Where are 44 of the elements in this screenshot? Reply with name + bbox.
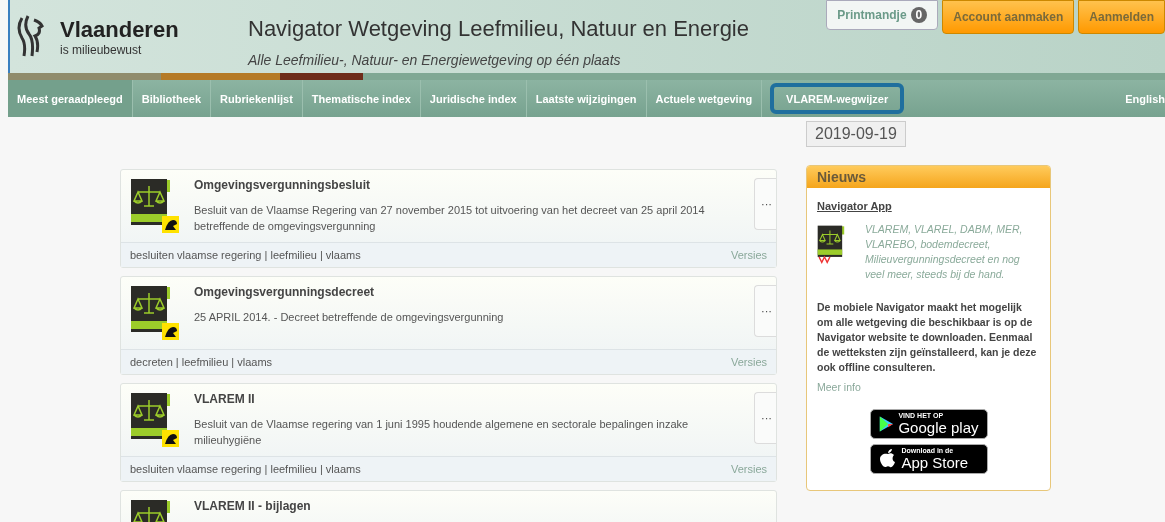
- logo-tagline: is milieubewust: [60, 42, 143, 57]
- more-button[interactable]: ···: [754, 285, 776, 337]
- book-icon: [130, 178, 180, 234]
- document-title[interactable]: Omgevingsvergunningsdecreet: [194, 285, 740, 299]
- play-icon: [878, 414, 894, 434]
- header-button[interactable]: Aanmelden: [1078, 0, 1165, 34]
- document-title[interactable]: VLAREM II: [194, 392, 740, 406]
- document-description: 25 APRIL 2014. - Decreet betreffende de omgevingsvergunning: [194, 310, 505, 325]
- book-icon: [130, 392, 180, 448]
- nav-tab[interactable]: Meest geraadpleegd: [8, 80, 133, 117]
- nav-tab[interactable]: Laatste wijzigingen: [526, 80, 647, 117]
- more-info-link[interactable]: Meer info: [817, 381, 1040, 393]
- nav-tab[interactable]: Rubriekenlijst: [211, 80, 303, 117]
- nav-tab[interactable]: Actuele wetgeving: [646, 80, 763, 117]
- language-link[interactable]: English: [1125, 92, 1165, 105]
- nav-tab[interactable]: Juridische index: [420, 80, 527, 117]
- news-teaser: VLAREM, VLAREL, DABM, MER, VLAREBO, bodemdecreet, Milieuvergunningsdecreet en nog veel meer, steeds bij de hand.: [865, 222, 1024, 282]
- more-button[interactable]: ···: [754, 178, 776, 230]
- nav-tab[interactable]: Bibliotheek: [132, 80, 212, 117]
- site-title: Navigator Wetgeving Leefmilieu, Natuur en Energie: [248, 16, 750, 42]
- header-button[interactable]: Account aanmaken: [942, 0, 1075, 34]
- news-link[interactable]: Navigator App: [817, 200, 892, 212]
- apple-icon: [878, 448, 897, 470]
- document-description: Besluit van de Vlaamse regering van 1 juni 1995 houdende algemene en sectorale bepalingen inzake milieuhygiëne: [194, 417, 690, 448]
- news-heading: Nieuws: [807, 166, 1050, 188]
- logo-name: Vlaanderen: [60, 16, 179, 43]
- book-icon: [130, 285, 180, 341]
- count-badge: 0: [910, 7, 928, 23]
- nav-tab[interactable]: VLAREM-wegwijzer: [770, 83, 905, 114]
- versions-link[interactable]: Versies: [730, 463, 767, 475]
- site-subtitle: Alle Leefmilieu-, Natuur- en Energiewetgeving op één plaats: [248, 52, 622, 68]
- document-description: Besluit van de Vlaamse Regering van 27 november 2015 tot uitvoering van het decreet van 25 april 2014 betreffende de omgevingsvergunning: [194, 203, 706, 234]
- nav-tab[interactable]: Thematische index: [302, 80, 421, 117]
- print-basket-button[interactable]: Printmandje 0: [826, 0, 939, 30]
- versions-link[interactable]: Versies: [730, 249, 767, 261]
- more-button[interactable]: ···: [754, 392, 776, 444]
- document-tags: besluiten vlaamse regering | leefmilieu | vlaams: [130, 249, 361, 261]
- versions-link[interactable]: Versies: [730, 356, 767, 368]
- document-tags: decreten | leefmilieu | vlaams: [130, 356, 273, 368]
- document-tags: besluiten vlaamse regering | leefmilieu | vlaams: [130, 463, 361, 475]
- document-title[interactable]: Omgevingsvergunningsbesluit: [194, 178, 740, 192]
- document-title[interactable]: VLAREM II - bijlagen: [194, 499, 776, 513]
- date-label: 2019-09-19: [806, 121, 906, 147]
- news-body: De mobiele Navigator maakt het mogelijk om alle wetgeving die beschikbaar is op de Navigator website te downloaden. Eenmaal de wetteksten zijn geïnstalleerd, kan je deze ook offline consulteren.: [817, 300, 1038, 375]
